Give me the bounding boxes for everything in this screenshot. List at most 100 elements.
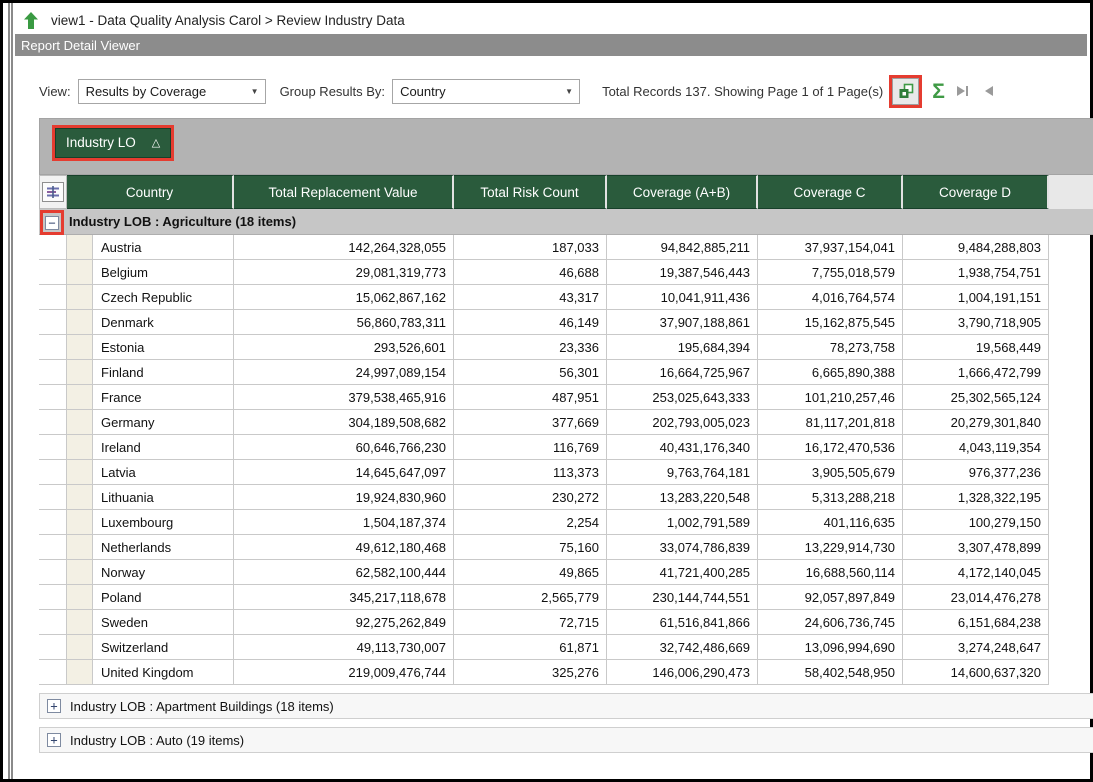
country-cell: Luxembourg (93, 510, 234, 535)
value-cell: 230,144,744,551 (607, 585, 758, 610)
row-indicator (67, 485, 93, 510)
group-row[interactable]: + Industry LOB : Apartment Buildings (18 … (39, 693, 1093, 719)
table-row[interactable]: Finland24,997,089,15456,30116,664,725,96… (39, 360, 1049, 385)
value-cell: 32,742,486,669 (607, 635, 758, 660)
country-cell: Estonia (93, 335, 234, 360)
table-row[interactable]: Poland345,217,118,6782,565,779230,144,74… (39, 585, 1049, 610)
value-cell: 2,565,779 (454, 585, 607, 610)
value-cell: 16,664,725,967 (607, 360, 758, 385)
column-header-coverage-c[interactable]: Coverage C (758, 175, 903, 209)
value-cell: 3,307,478,899 (903, 535, 1049, 560)
table-row[interactable]: Austria142,264,328,055187,03394,842,885,… (39, 235, 1049, 260)
row-indicator (67, 510, 93, 535)
sum-button[interactable]: Σ (930, 81, 947, 102)
value-cell: 60,646,766,230 (234, 435, 454, 460)
country-cell: Belgium (93, 260, 234, 285)
table-row[interactable]: Netherlands49,612,180,46875,16033,074,78… (39, 535, 1049, 560)
country-cell: Austria (93, 235, 234, 260)
value-cell: 49,113,730,007 (234, 635, 454, 660)
table-row[interactable]: Lithuania19,924,830,960230,27213,283,220… (39, 485, 1049, 510)
value-cell: 101,210,257,46 (758, 385, 903, 410)
row-gap-cell (39, 585, 67, 610)
group-row[interactable]: −Industry LOB : Agriculture (18 items) (39, 209, 1093, 235)
country-cell: Ireland (93, 435, 234, 460)
table-row[interactable]: Switzerland49,113,730,00761,87132,742,48… (39, 635, 1049, 660)
expand-icon[interactable]: + (47, 699, 61, 713)
collapse-icon[interactable]: − (45, 216, 59, 230)
value-cell: 487,951 (454, 385, 607, 410)
row-indicator (67, 385, 93, 410)
records-status-text: Total Records 137. Showing Page 1 of 1 P… (602, 84, 883, 99)
column-header-total-replacement-value[interactable]: Total Replacement Value (234, 175, 454, 209)
column-header-coverage-d[interactable]: Coverage D (903, 175, 1049, 209)
table-row[interactable]: Norway62,582,100,44449,86541,721,400,285… (39, 560, 1049, 585)
value-cell: 25,302,565,124 (903, 385, 1049, 410)
previous-page-button[interactable] (980, 83, 997, 99)
group-row-label: Industry LOB : Agriculture (18 items) (69, 214, 296, 229)
value-cell: 195,684,394 (607, 335, 758, 360)
value-cell: 9,763,764,181 (607, 460, 758, 485)
table-row[interactable]: Estonia293,526,60123,336195,684,39478,27… (39, 335, 1049, 360)
group-row-label: Industry LOB : Apartment Buildings (18 i… (70, 699, 334, 714)
table-row[interactable]: United Kingdom219,009,476,744325,276146,… (39, 660, 1049, 685)
window-left-edge (8, 3, 13, 779)
window-title: view1 - Data Quality Analysis Carol > Re… (51, 13, 405, 28)
value-cell: 46,688 (454, 260, 607, 285)
value-cell: 3,905,505,679 (758, 460, 903, 485)
value-cell: 75,160 (454, 535, 607, 560)
annotation-box-chip: Industry LO △ (52, 125, 174, 161)
row-indicator (67, 410, 93, 435)
value-cell: 116,769 (454, 435, 607, 460)
row-gap-cell (39, 435, 67, 460)
customize-columns-button[interactable] (42, 182, 64, 202)
expand-icon[interactable]: + (47, 733, 61, 747)
row-indicator (67, 360, 93, 385)
value-cell: 10,041,911,436 (607, 285, 758, 310)
value-cell: 24,997,089,154 (234, 360, 454, 385)
group-by-dropdown[interactable]: Country ▼ (392, 79, 580, 104)
row-gap-cell (39, 260, 67, 285)
value-cell: 202,793,005,023 (607, 410, 758, 435)
row-indicator (67, 285, 93, 310)
value-cell: 49,612,180,468 (234, 535, 454, 560)
annotation-box-export (889, 75, 922, 108)
group-row[interactable]: +Industry LOB : Auto (19 items) (39, 727, 1093, 753)
table-row[interactable]: France379,538,465,916487,951253,025,643,… (39, 385, 1049, 410)
group-chip-industry-lob[interactable]: Industry LO △ (55, 128, 171, 158)
value-cell: 401,116,635 (758, 510, 903, 535)
country-cell: France (93, 385, 234, 410)
row-indicator (67, 535, 93, 560)
value-cell: 56,301 (454, 360, 607, 385)
report-detail-viewer-header: Report Detail Viewer (15, 34, 1087, 56)
table-row[interactable]: Czech Republic15,062,867,16243,31710,041… (39, 285, 1049, 310)
column-header-total-risk-count[interactable]: Total Risk Count (454, 175, 607, 209)
last-page-button[interactable] (955, 83, 972, 99)
row-gap-cell (39, 410, 67, 435)
table-row[interactable]: Sweden92,275,262,84972,71561,516,841,866… (39, 610, 1049, 635)
value-cell: 13,229,914,730 (758, 535, 903, 560)
table-row[interactable]: Ireland60,646,766,230116,76940,431,176,3… (39, 435, 1049, 460)
value-cell: 5,313,288,218 (758, 485, 903, 510)
row-gap-cell (39, 635, 67, 660)
table-row[interactable]: Denmark56,860,783,31146,14937,907,188,86… (39, 310, 1049, 335)
value-cell: 61,516,841,866 (607, 610, 758, 635)
export-button[interactable] (892, 78, 919, 105)
indicator-header-cell (39, 175, 67, 209)
country-cell: Norway (93, 560, 234, 585)
column-header-country[interactable]: Country (67, 175, 234, 209)
table-row[interactable]: Belgium29,081,319,77346,68819,387,546,44… (39, 260, 1049, 285)
row-indicator (67, 585, 93, 610)
column-header-coverage-ab[interactable]: Coverage (A+B) (607, 175, 758, 209)
value-cell: 100,279,150 (903, 510, 1049, 535)
group-by-label: Group Results By: (280, 84, 386, 99)
country-cell: Czech Republic (93, 285, 234, 310)
row-gap-cell (39, 335, 67, 360)
table-row[interactable]: Luxembourg1,504,187,3742,2541,002,791,58… (39, 510, 1049, 535)
value-cell: 16,172,470,536 (758, 435, 903, 460)
table-row[interactable]: Latvia14,645,647,097113,3739,763,764,181… (39, 460, 1049, 485)
value-cell: 37,937,154,041 (758, 235, 903, 260)
value-cell: 15,062,867,162 (234, 285, 454, 310)
table-row[interactable]: Germany304,189,508,682377,669202,793,005… (39, 410, 1049, 435)
row-indicator (67, 610, 93, 635)
view-dropdown[interactable]: Results by Coverage ▼ (78, 79, 266, 104)
